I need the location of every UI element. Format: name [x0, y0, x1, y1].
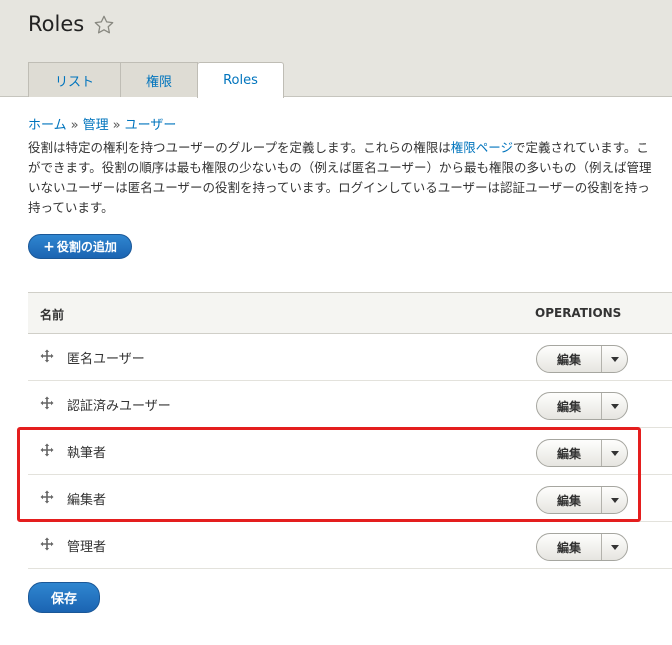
- table-row: 執筆者 編集: [28, 428, 672, 475]
- description-text: 役割は特定の権利を持つユーザーのグループを定義します。これらの権限は: [28, 140, 451, 155]
- primary-tabs: リスト 権限 Roles: [28, 62, 284, 98]
- breadcrumb-users[interactable]: ユーザー: [125, 118, 177, 133]
- breadcrumb-separator: »: [70, 118, 79, 133]
- chevron-down-icon: [610, 356, 619, 362]
- save-button[interactable]: 保存: [28, 582, 100, 613]
- table-row: 認証済みユーザー 編集: [28, 381, 672, 428]
- role-name: 認証済みユーザー: [67, 399, 171, 414]
- drag-handle-icon[interactable]: [40, 349, 54, 363]
- chevron-down-icon: [610, 450, 619, 456]
- edit-button[interactable]: 編集: [537, 440, 602, 466]
- edit-button[interactable]: 編集: [537, 346, 602, 372]
- table-row: 匿名ユーザー 編集: [28, 334, 672, 381]
- column-header-name: 名前: [40, 308, 65, 322]
- roles-table: 名前 OPERATIONS 匿名ユーザー 編集 認証済みユーザー 編集 執筆者 …: [28, 292, 672, 569]
- page-title: Roles: [28, 12, 85, 36]
- chevron-down-icon: [610, 497, 619, 503]
- role-name: 執筆者: [67, 446, 107, 461]
- dropdown-toggle[interactable]: [602, 534, 627, 560]
- description-text: で定義されています。こ: [513, 140, 649, 155]
- role-name: 管理者: [67, 540, 107, 555]
- star-icon[interactable]: [93, 14, 115, 36]
- edit-button[interactable]: 編集: [537, 393, 602, 419]
- operations-dropbutton: 編集: [536, 392, 628, 420]
- table-row: 編集者 編集: [28, 475, 672, 522]
- role-name: 編集者: [67, 493, 107, 508]
- page-header: Roles リスト 権限 Roles: [0, 0, 672, 98]
- role-name: 匿名ユーザー: [67, 352, 145, 367]
- drag-handle-icon[interactable]: [40, 537, 54, 551]
- description-line: いないユーザーは匿名ユーザーの役割を持っています。ログインしているユーザーは認証…: [28, 180, 650, 195]
- operations-dropbutton: 編集: [536, 533, 628, 561]
- tab-permissions[interactable]: 権限: [120, 62, 198, 97]
- dropdown-toggle[interactable]: [602, 487, 627, 513]
- breadcrumb-separator: »: [112, 118, 121, 133]
- drag-handle-icon[interactable]: [40, 490, 54, 504]
- plus-icon: +: [43, 238, 55, 255]
- drag-handle-icon[interactable]: [40, 396, 54, 410]
- operations-dropbutton: 編集: [536, 486, 628, 514]
- drag-handle-icon[interactable]: [40, 443, 54, 457]
- edit-button[interactable]: 編集: [537, 487, 602, 513]
- description-line: ができます。役割の順序は最も権限の少ないもの（例えば匿名ユーザー）から最も権限の…: [28, 160, 652, 175]
- add-role-label: 役割の追加: [56, 240, 117, 254]
- tab-roles[interactable]: Roles: [197, 62, 284, 98]
- add-role-button[interactable]: + 役割の追加: [28, 234, 132, 259]
- breadcrumb-admin[interactable]: 管理: [83, 118, 109, 133]
- tab-list[interactable]: リスト: [28, 62, 121, 97]
- breadcrumb: ホーム» 管理» ユーザー: [28, 114, 176, 133]
- chevron-down-icon: [610, 544, 619, 550]
- description-line: 持っています。: [28, 200, 114, 215]
- dropdown-toggle[interactable]: [602, 393, 627, 419]
- operations-dropbutton: 編集: [536, 345, 628, 373]
- operations-dropbutton: 編集: [536, 439, 628, 467]
- breadcrumb-home[interactable]: ホーム: [28, 118, 67, 133]
- permissions-page-link[interactable]: 権限ページ: [451, 140, 513, 155]
- table-row: 管理者 編集: [28, 522, 672, 569]
- roles-description: 役割は特定の権利を持つユーザーのグループを定義します。これらの権限は権限ページで…: [28, 138, 672, 220]
- table-header: 名前 OPERATIONS: [28, 292, 672, 334]
- description-line: 役割は特定の権利を持つユーザーのグループを定義します。これらの権限は権限ページで…: [28, 138, 672, 158]
- dropdown-toggle[interactable]: [602, 346, 627, 372]
- column-header-operations: OPERATIONS: [535, 306, 622, 320]
- chevron-down-icon: [610, 403, 619, 409]
- dropdown-toggle[interactable]: [602, 440, 627, 466]
- edit-button[interactable]: 編集: [537, 534, 602, 560]
